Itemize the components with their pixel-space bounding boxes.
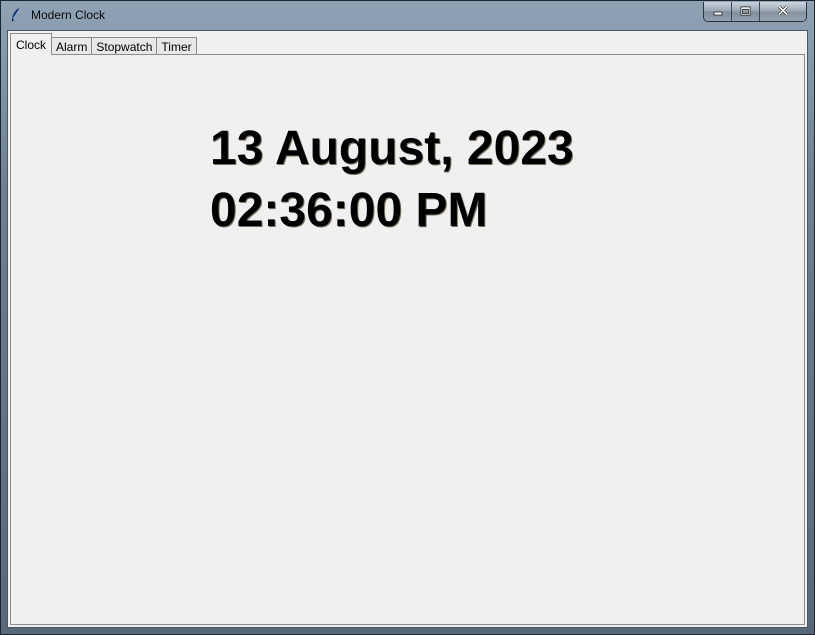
maximize-button[interactable] (732, 2, 760, 21)
feather-icon (9, 7, 23, 23)
tab-timer[interactable]: Timer (156, 37, 197, 55)
date-label: 13 August, 2023 (210, 122, 574, 175)
tab-stopwatch[interactable]: Stopwatch (91, 37, 158, 55)
client-area: Clock Alarm Stopwatch Timer 13 August, 2… (7, 30, 808, 628)
maximize-icon (740, 3, 751, 21)
app-window: Modern Clock Clock Alarm Stopwatch Timer… (0, 0, 815, 635)
tab-clock[interactable]: Clock (10, 33, 53, 55)
close-icon (777, 3, 789, 21)
time-label: 02:36:00 PM (210, 184, 488, 237)
title-bar[interactable]: Modern Clock (1, 1, 814, 29)
minimize-icon (713, 3, 723, 21)
clock-panel: 13 August, 2023 02:36:00 PM (10, 54, 805, 625)
tab-alarm[interactable]: Alarm (51, 37, 93, 55)
window-title: Modern Clock (31, 8, 106, 22)
window-controls (703, 2, 807, 22)
close-button[interactable] (760, 2, 806, 21)
tab-bar: Clock Alarm Stopwatch Timer (10, 33, 197, 55)
minimize-button[interactable] (704, 2, 732, 21)
